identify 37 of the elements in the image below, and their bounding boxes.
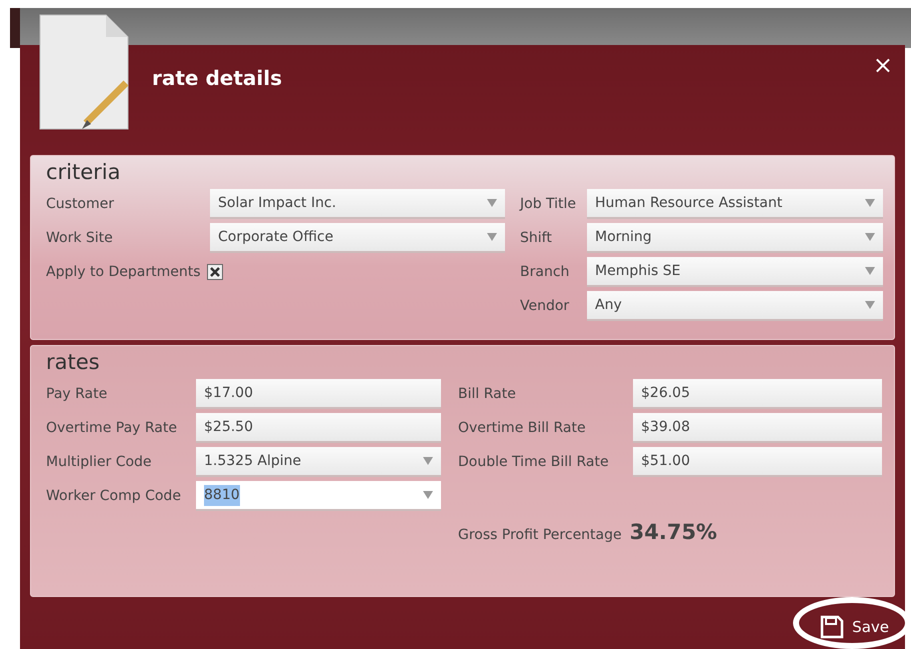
dialog-title: rate details xyxy=(152,65,282,92)
dropdown-field[interactable]: Any xyxy=(587,291,883,322)
dropdown-field[interactable]: 8810 xyxy=(196,481,441,512)
section-heading: rates xyxy=(46,350,101,376)
field-label: Overtime Bill Rate xyxy=(458,418,587,438)
field-label: Apply to Departments xyxy=(46,262,200,282)
field-label: Vendor xyxy=(520,296,570,316)
dropdown-field[interactable]: Human Resource Assistant xyxy=(587,189,883,220)
checkbox[interactable] xyxy=(206,264,222,280)
field-label: Bill Rate xyxy=(458,384,517,404)
field-label: Multiplier Code xyxy=(46,452,153,472)
field-label: Worker Comp Code xyxy=(46,486,182,506)
input-field[interactable]: $39.08 xyxy=(633,413,882,444)
dropdown-field[interactable]: 1.5325 Alpine xyxy=(196,447,441,478)
input-field[interactable]: $17.00 xyxy=(196,379,441,410)
field-label: Branch xyxy=(520,262,570,282)
input-field[interactable]: $25.50 xyxy=(196,413,441,444)
field-label: Customer xyxy=(46,194,116,214)
gross-profit-value: 34.75% xyxy=(630,519,718,546)
section-heading: criteria xyxy=(46,160,122,186)
field-label: Double Time Bill Rate xyxy=(458,452,610,472)
gross-profit-label: Gross Profit Percentage xyxy=(458,526,622,546)
dropdown-field[interactable]: Corporate Office xyxy=(210,223,505,254)
dropdown-field[interactable]: Morning xyxy=(587,223,883,254)
save-button[interactable]: Save xyxy=(816,613,893,641)
field-label: Work Site xyxy=(46,228,114,248)
field-label: Overtime Pay Rate xyxy=(46,418,178,438)
input-field[interactable]: $51.00 xyxy=(633,447,882,478)
field-label: Job Title xyxy=(520,194,578,214)
dropdown-field[interactable]: Solar Impact Inc. xyxy=(210,189,505,220)
document-pencil-icon xyxy=(38,13,130,131)
input-field[interactable]: $26.05 xyxy=(633,379,882,410)
field-label: Pay Rate xyxy=(46,384,108,404)
save-icon xyxy=(820,615,844,639)
field-label: Shift xyxy=(520,228,553,248)
close-button[interactable]: × xyxy=(872,53,893,77)
dropdown-field[interactable]: Memphis SE xyxy=(587,257,883,288)
